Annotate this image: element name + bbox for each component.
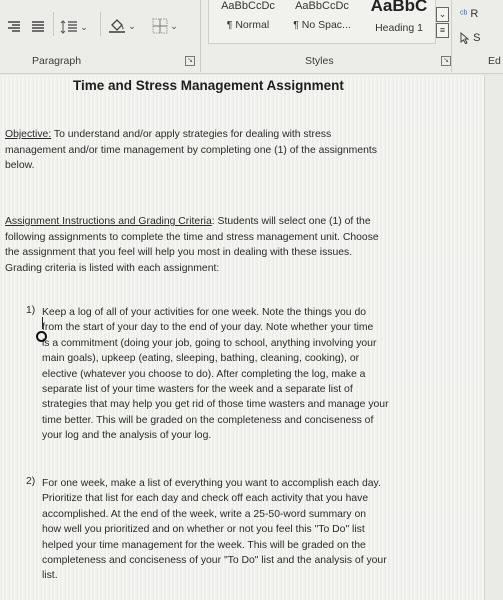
mouse-cursor-ring-icon — [36, 331, 47, 342]
borders-button[interactable]: ⌄ — [148, 16, 182, 36]
assignment-line: is a commitment (doing your job, going t… — [42, 337, 377, 349]
chevron-down-icon: ⌄ — [170, 20, 178, 31]
list-number: 2) — [26, 476, 36, 487]
assignment-1: Keep a log of all of your activities for… — [42, 305, 442, 444]
gallery-more-button[interactable]: ≡ — [436, 23, 449, 38]
assignment-line: how well you prioritized and on whether … — [42, 524, 365, 536]
assignment-line: For one week, make a list of everything … — [42, 478, 381, 489]
assignment-line: elective (whatever you choose to do). Af… — [42, 368, 366, 380]
styles-dialog-launcher-icon[interactable]: ↘ — [441, 56, 451, 66]
instructions-line: the assignment that you feel will help y… — [5, 247, 353, 258]
paragraph-dialog-launcher-icon[interactable]: ↘ — [185, 56, 195, 66]
ribbon-separator — [53, 12, 54, 36]
align-right-icon — [8, 21, 20, 32]
line-spacing-icon — [60, 20, 78, 34]
document-title: Time and Stress Management Assignment — [73, 78, 344, 93]
more-icon: ≡ — [439, 25, 446, 35]
ribbon-separator — [451, 0, 452, 72]
replace-icon: ᶜᵇ — [460, 9, 468, 20]
instructions-label: Assignment Instructions and Grading Crit… — [5, 216, 212, 227]
line-spacing-button[interactable]: ⌄ — [59, 17, 89, 37]
ribbon: ⌄ ⌄ ⌄ Paragraph ↘ AaBbCcDc ¶ Normal AaBb… — [0, 0, 503, 74]
assignment-line: accomplished. At the end of the week, wr… — [42, 508, 367, 520]
style-heading-1[interactable]: AaBbC Heading 1 — [364, 0, 434, 34]
select-cursor-icon — [460, 32, 470, 45]
assignment-line: time better. This will be graded on the … — [42, 414, 374, 426]
assignment-line: Keep a log of all of your activities for… — [42, 307, 367, 318]
assignment-line: separate list of your time wasters for t… — [42, 384, 353, 396]
objective-line: management and/or time management by com… — [5, 144, 377, 156]
replace-button[interactable]: ᶜᵇ R — [460, 8, 478, 20]
list-number: 1) — [26, 305, 36, 316]
assignment-line: strategies that may help you get rid of … — [42, 399, 389, 411]
chevron-down-icon: ⌄ — [128, 20, 136, 31]
style-normal[interactable]: AaBbCcDc ¶ Normal — [213, 0, 283, 31]
assignment-line: from the start of your day to the end of… — [42, 322, 374, 334]
styles-gallery: AaBbCcDc ¶ Normal AaBbCcDc ¶ No Spac... … — [208, 0, 436, 44]
shading-button[interactable]: ⌄ — [107, 16, 137, 36]
chevron-down-icon: ⌄ — [438, 9, 447, 19]
ribbon-separator — [100, 12, 101, 36]
assignment-line: Prioritize that list for each day and ch… — [42, 493, 369, 505]
text-caret — [42, 317, 43, 329]
instructions-paragraph: Assignment Instructions and Grading Crit… — [5, 214, 379, 276]
replace-label: R — [470, 8, 479, 20]
paragraph-group-label: Paragraph — [32, 55, 82, 67]
scroll-area[interactable] — [484, 75, 503, 600]
style-preview: AaBbC — [370, 0, 428, 15]
style-preview: AaBbCcDc — [295, 0, 349, 12]
assignment-line: completeness and conciseness of your "To… — [42, 555, 387, 567]
styles-group-label: Styles — [305, 55, 334, 67]
objective-label: Objective: — [5, 129, 52, 140]
justify-icon — [32, 21, 44, 32]
assignment-line: main goals), upkeep (eating, sleeping, b… — [42, 353, 360, 365]
instructions-text: : Students will select one (1) of the — [211, 216, 371, 227]
select-button[interactable]: S — [460, 32, 481, 45]
instructions-line: Assignment Instructions and Grading Crit… — [5, 214, 379, 230]
editing-group-label: Ed — [488, 55, 501, 67]
instructions-line: following assignments to complete the ti… — [5, 231, 379, 243]
style-name: Heading 1 — [375, 22, 423, 34]
style-no-spacing[interactable]: AaBbCcDc ¶ No Spac... — [287, 0, 357, 31]
gallery-scroll-down-button[interactable]: ⌄ — [436, 7, 449, 22]
instructions-line: Grading criteria is listed with each ass… — [5, 262, 220, 274]
select-label: S — [473, 32, 481, 44]
style-preview: AaBbCcDc — [221, 0, 275, 12]
borders-icon — [152, 18, 168, 34]
objective-paragraph: Objective: To understand and/or apply st… — [5, 127, 377, 174]
objective-text: To understand and/or apply strategies fo… — [51, 129, 332, 140]
assignment-2: For one week, make a list of everything … — [42, 476, 442, 584]
assignment-line: helped your time management for the week… — [42, 539, 366, 551]
assignment-line: list. — [42, 570, 58, 582]
align-right-button[interactable] — [6, 17, 22, 37]
objective-line: below. — [5, 160, 35, 171]
ribbon-separator — [200, 0, 201, 72]
style-name: ¶ No Spac... — [293, 19, 351, 31]
paint-bucket-icon — [109, 19, 126, 33]
chevron-down-icon: ⌄ — [80, 21, 88, 32]
objective-line: Objective: To understand and/or apply st… — [5, 127, 377, 143]
justify-button[interactable] — [30, 17, 46, 37]
style-name: ¶ Normal — [226, 19, 270, 31]
assignment-line: your log and the analysis of your log. — [42, 430, 212, 442]
